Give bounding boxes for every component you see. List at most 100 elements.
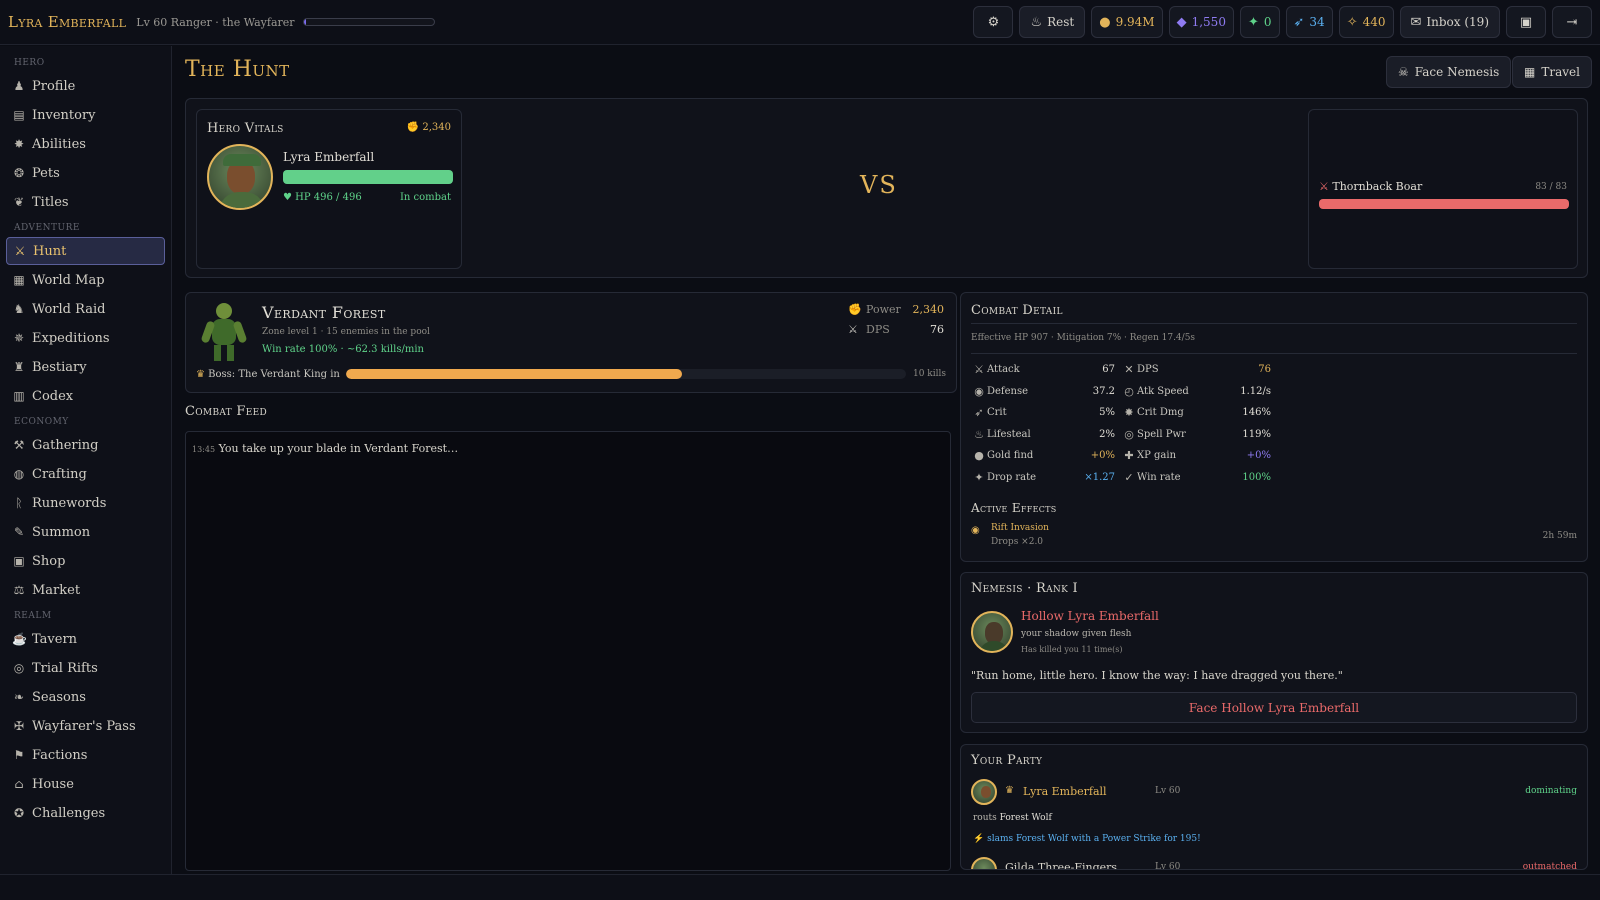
hero-vitals-card: Hero Vitals ✊ 2,340 Lyra Emberfall ♥ HP … <box>196 109 462 269</box>
zone-dps: ⚔ DPS 76 <box>848 323 944 336</box>
sidebar-item-abilities[interactable]: ✸ Abilities <box>6 130 165 158</box>
party-member2-level: Lv 60 <box>1155 862 1181 870</box>
travel-button[interactable]: ▦ Travel <box>1512 56 1592 88</box>
effect-row: ◉ <box>971 525 980 536</box>
stat-label: Spell Pwr <box>1137 428 1186 440</box>
gems-value: 1,550 <box>1191 15 1226 29</box>
sidebar-item-label: Crafting <box>32 466 87 482</box>
wand-icon: ✎ <box>13 525 25 539</box>
face-nemesis-button[interactable]: ☠ Face Nemesis <box>1386 56 1512 88</box>
sidebar-item-inventory[interactable]: ▤ Inventory <box>6 101 165 129</box>
feed-entry: 13:45 You take up your blade in Verdant … <box>192 442 458 455</box>
sidebar-item-shop[interactable]: ▣ Shop <box>6 547 165 575</box>
sidebar: Hero ♟ Profile ▤ Inventory ✸ Abilities ❂ Pets ❦ Ti… <box>0 46 172 874</box>
feathers-value: 34 <box>1309 15 1325 29</box>
sidebar-item-world-map[interactable]: ▦ World Map <box>6 266 165 294</box>
save-button[interactable]: ▣ <box>1506 6 1546 38</box>
hero-vitals-title: Hero Vitals <box>207 121 284 136</box>
enemy-hp-fill <box>1319 199 1569 209</box>
user-icon: ♟ <box>13 79 25 93</box>
face-nemesis-cta-button[interactable]: Face Hollow Lyra Emberfall <box>971 692 1577 723</box>
sidebar-item-challenges[interactable]: ✪ Challenges <box>6 799 165 827</box>
shard-icon: ✦ <box>1247 14 1259 30</box>
effect-name: Rift Invasion <box>991 523 1049 533</box>
nemesis-tagline: your shadow given flesh <box>1021 629 1132 639</box>
logout-button[interactable]: ⇥ <box>1552 6 1592 38</box>
sidebar-item-trial-rifts[interactable]: ◎ Trial Rifts <box>6 654 165 682</box>
party-action-target: Forest Wolf <box>999 813 1052 823</box>
sidebar-item-house[interactable]: ⌂ House <box>6 770 165 798</box>
sidebar-item-tavern[interactable]: ☕ Tavern <box>6 625 165 653</box>
sidebar-item-market[interactable]: ⚖ Market <box>6 576 165 604</box>
rest-button[interactable]: ♨ Rest <box>1019 6 1086 38</box>
stat-row: ⚔ Attack 67 ✕ DPS 76 <box>971 359 1291 380</box>
sidebar-item-summon[interactable]: ✎ Summon <box>6 518 165 546</box>
stat-value: +0% <box>1246 450 1271 461</box>
inbox-label: Inbox (19) <box>1426 15 1489 29</box>
house-icon: ⌂ <box>14 777 24 791</box>
nemesis-title: Nemesis · Rank I <box>971 581 1078 596</box>
party-member-avatar <box>971 779 997 805</box>
map-icon: ▦ <box>13 273 25 287</box>
sidebar-item-label: Runewords <box>32 495 107 511</box>
sidebar-item-label: Trial Rifts <box>32 660 98 676</box>
sidebar-item-profile[interactable]: ♟ Profile <box>6 72 165 100</box>
zone-description: Zone level 1 · 15 enemies in the pool <box>262 327 430 337</box>
party-member2-avatar <box>971 857 997 869</box>
sidebar-item-runewords[interactable]: ᚱ Runewords <box>6 489 165 517</box>
sidebar-item-label: Codex <box>32 388 74 404</box>
sidebar-item-pets[interactable]: ❂ Pets <box>6 159 165 187</box>
party-member-status: dominating <box>1525 786 1577 796</box>
hero-power-value: 2,340 <box>422 122 451 133</box>
sidebar-item-seasons[interactable]: ❧ Seasons <box>6 683 165 711</box>
hero-avatar <box>207 144 273 210</box>
leaf-icon: ❧ <box>13 690 25 704</box>
zone-power-value: 2,340 <box>912 303 945 316</box>
sidebar-item-wayfarer-s-pass[interactable]: ✠ Wayfarer's Pass <box>6 712 165 740</box>
sidebar-item-bestiary[interactable]: ♜ Bestiary <box>6 353 165 381</box>
sidebar-item-world-raid[interactable]: ♞ World Raid <box>6 295 165 323</box>
sidebar-item-expeditions[interactable]: ✵ Expeditions <box>6 324 165 352</box>
party-member2-name: Gilda Three-Fingers <box>1005 861 1118 870</box>
abilities-icon: ✸ <box>13 137 25 151</box>
stat-icon: ✸ <box>1124 406 1134 419</box>
sidebar-item-label: Inventory <box>32 107 96 123</box>
enemy-hp-bar <box>1319 199 1569 209</box>
zone-dps-value: 76 <box>930 323 944 336</box>
crossed-swords-icon: ⚔ <box>14 244 26 258</box>
feathers-counter: ➶ 34 <box>1285 6 1333 38</box>
flexed-arm-icon: ✊ <box>848 303 862 316</box>
sidebar-item-factions[interactable]: ⚑ Factions <box>6 741 165 769</box>
sidebar-item-titles[interactable]: ❦ Titles <box>6 188 165 216</box>
skull-icon: ☠ <box>1398 65 1409 79</box>
sidebar-item-crafting[interactable]: ◍ Crafting <box>6 460 165 488</box>
sidebar-item-gathering[interactable]: ⚒ Gathering <box>6 431 165 459</box>
map-icon: ▦ <box>1524 65 1536 79</box>
party-title: Your Party <box>971 753 1043 768</box>
sidebar-item-codex[interactable]: ▥ Codex <box>6 382 165 410</box>
inbox-button[interactable]: ✉ Inbox (19) <box>1399 6 1500 38</box>
settings-button[interactable]: ⚙ <box>973 6 1014 38</box>
hero-name: Lyra Emberfall <box>283 150 375 164</box>
bottom-bar <box>0 874 1600 900</box>
sidebar-item-label: Factions <box>32 747 88 763</box>
versus-label: VS <box>860 171 898 199</box>
stat-value: 67 <box>1102 364 1115 375</box>
lightning-icon: ⚡ <box>973 834 985 844</box>
rune-icon: ᚱ <box>15 496 23 510</box>
xp-progress-fill <box>303 19 307 25</box>
sidebar-item-hunt[interactable]: ⚔ Hunt <box>6 237 165 265</box>
boss-progress-fill <box>346 369 682 379</box>
party-strike: ⚡ slams Forest Wolf with a Power Strike … <box>973 834 1201 844</box>
hero-hp-fill <box>283 170 453 184</box>
enemy-name: Thornback Boar <box>1332 180 1423 193</box>
hero-hp-text: HP 496 / 496 <box>295 192 362 203</box>
party-member-crown: ♛ <box>1005 785 1014 796</box>
combat-feed[interactable]: 13:45 You take up your blade in Verdant … <box>185 431 951 871</box>
nemesis-panel: Nemesis · Rank I Hollow Lyra Emberfall y… <box>960 572 1588 733</box>
sidebar-item-label: Challenges <box>32 805 106 821</box>
sidebar-item-label: Tavern <box>32 631 78 647</box>
divider <box>971 353 1577 354</box>
portal-icon: ◎ <box>13 661 25 675</box>
rest-label: Rest <box>1047 15 1075 29</box>
